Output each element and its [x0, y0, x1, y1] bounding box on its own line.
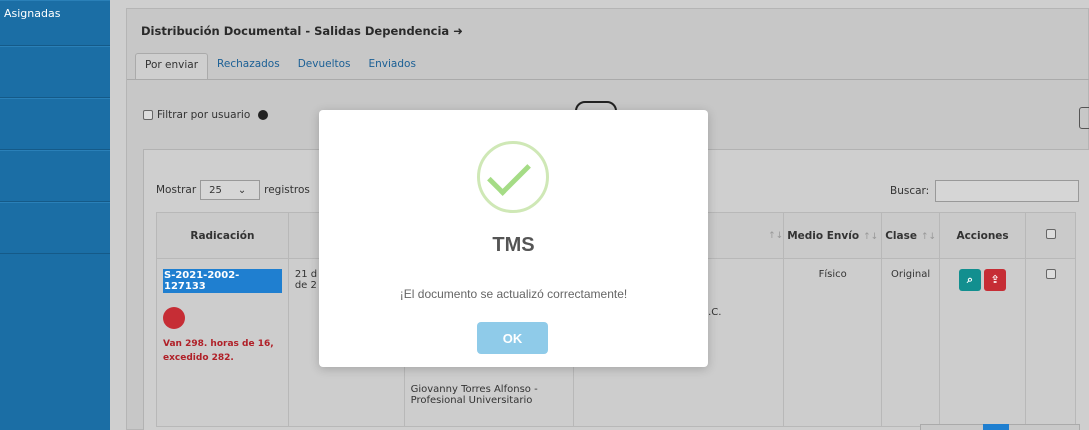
dialog-title: TMS: [492, 234, 535, 256]
success-dialog: TMS ¡El documento se actualizó correctam…: [319, 110, 708, 367]
dialog-message: ¡El documento se actualizó correctamente…: [399, 287, 628, 301]
success-check-icon: [477, 141, 549, 213]
ok-button[interactable]: OK: [477, 322, 548, 354]
modal-overlay: TMS ¡El documento se actualizó correctam…: [0, 0, 1089, 430]
